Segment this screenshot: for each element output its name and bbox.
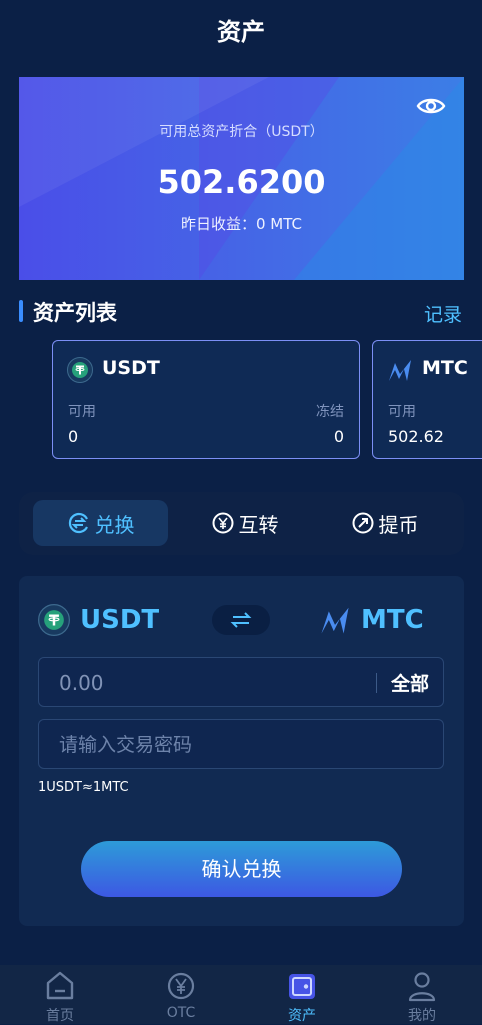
tab-label: 提币: [378, 512, 419, 537]
available-label: 可用: [388, 404, 416, 420]
available-value: 502.62: [388, 427, 444, 446]
swap-arrows-icon: [230, 612, 252, 628]
frozen-label: 冻结: [316, 404, 344, 420]
tab-transfer[interactable]: 互转: [177, 500, 312, 546]
bottom-nav: 首页 OTC 资产 我的: [0, 965, 482, 1024]
asset-list-title: 资产列表: [33, 301, 117, 325]
password-field: [38, 719, 444, 770]
asset-card-mtc[interactable]: MTC 可用 502.62: [372, 340, 482, 459]
mtc-logo-icon: [389, 360, 411, 381]
wallet-icon: [289, 974, 315, 999]
withdraw-icon: [352, 512, 373, 534]
records-link[interactable]: 记录: [424, 300, 462, 327]
nav-otc[interactable]: OTC: [141, 965, 221, 1024]
total-assets-label: 可用总资产折合（USDT）: [159, 124, 324, 140]
swap-direction-button[interactable]: [212, 605, 270, 635]
section-accent-bar: [19, 300, 23, 322]
asset-card-usdt[interactable]: USDT 可用 冻结 0 0: [52, 340, 360, 459]
available-label: 可用: [68, 404, 96, 420]
field-divider: [376, 673, 377, 693]
user-icon: [408, 972, 436, 1002]
tab-label: 兑换: [94, 512, 135, 537]
nav-label: 我的: [408, 1008, 436, 1024]
to-coin-selector[interactable]: MTC: [318, 604, 424, 636]
frozen-value: 0: [333, 427, 344, 446]
mtc-logo-icon: [321, 607, 349, 634]
nav-label: OTC: [166, 1005, 196, 1021]
tab-label: 互转: [238, 512, 279, 537]
available-value: 0: [68, 427, 79, 446]
coin-name: USDT: [102, 357, 160, 379]
all-amount-button[interactable]: 全部: [391, 669, 429, 696]
exchange-rate: 1USDT≈1MTC: [38, 780, 129, 795]
coin-name: MTC: [422, 357, 468, 379]
confirm-exchange-button[interactable]: 确认兑换: [81, 841, 402, 897]
tab-exchange[interactable]: 兑换: [33, 500, 168, 546]
nav-label: 首页: [46, 1008, 74, 1024]
from-coin-selector[interactable]: USDT: [38, 604, 159, 636]
total-assets-value: 502.6200: [157, 163, 326, 201]
usdt-icon: [67, 357, 93, 383]
nav-assets[interactable]: 资产: [262, 965, 342, 1024]
to-coin-name: MTC: [361, 605, 424, 635]
yen-coin-icon: [167, 972, 195, 1000]
usdt-icon: [38, 604, 70, 636]
yesterday-earnings: 昨日收益：0 MTC: [180, 215, 302, 233]
nav-home[interactable]: 首页: [20, 965, 100, 1024]
amount-input[interactable]: [57, 658, 361, 708]
exchange-icon: [68, 512, 88, 534]
home-icon: [46, 971, 74, 1000]
page-title: 资产: [217, 18, 265, 46]
from-coin-name: USDT: [80, 605, 160, 635]
nav-label: 资产: [288, 1008, 316, 1024]
amount-field: 全部: [38, 657, 444, 708]
asset-summary-card: 可用总资产折合（USDT） 502.6200 昨日收益：0 MTC: [19, 77, 464, 280]
action-tabs: 兑换 互转 提币: [19, 492, 464, 555]
trade-password-input[interactable]: [57, 720, 431, 770]
eye-icon[interactable]: [416, 95, 446, 117]
yen-circle-icon: [212, 512, 233, 534]
nav-mine[interactable]: 我的: [382, 965, 462, 1024]
tab-withdraw[interactable]: 提币: [317, 500, 452, 546]
